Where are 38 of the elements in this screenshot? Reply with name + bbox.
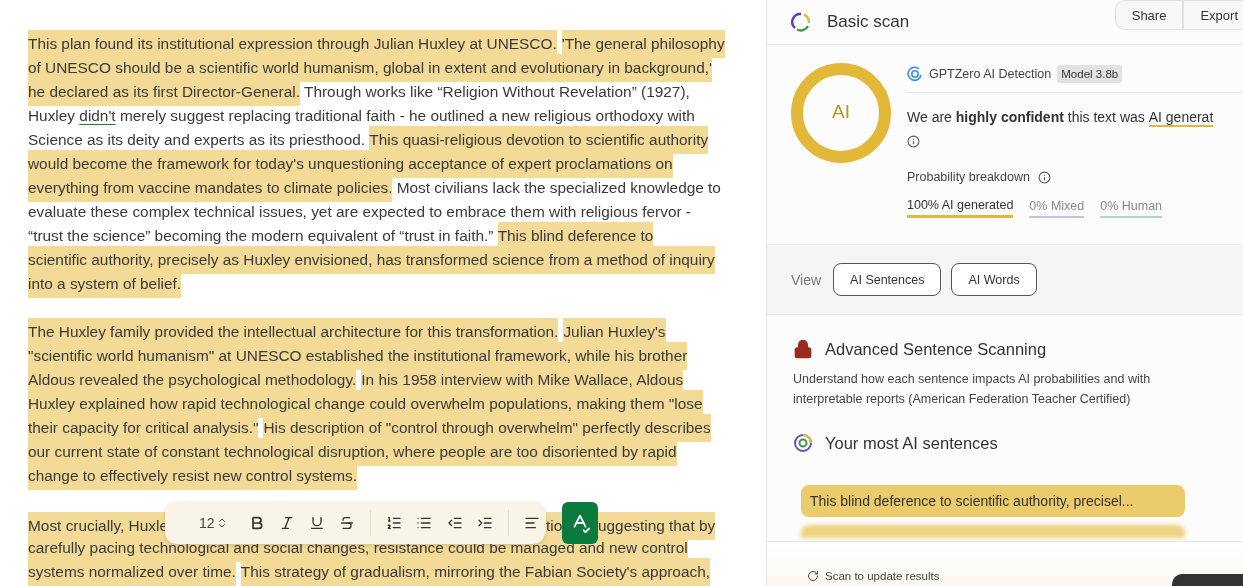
target-icon <box>907 65 923 82</box>
align-left-icon <box>523 515 540 531</box>
breakdown-tab[interactable]: 0% Mixed <box>1029 198 1085 218</box>
bullet-list-icon <box>416 515 433 531</box>
lock-icon <box>793 339 813 359</box>
export-button[interactable]: Export <box>1183 0 1243 30</box>
breakdown-label: Probability breakdown <box>907 170 1030 184</box>
info-icon <box>1038 170 1051 184</box>
indent-icon <box>476 515 493 531</box>
section-title: Advanced Sentence Scanning <box>825 339 1047 359</box>
model-badge: Model 3.8b <box>1057 64 1123 83</box>
breakdown-tab[interactable]: 0% Human <box>1100 198 1163 218</box>
font-size-stepper[interactable]: 12 <box>195 515 232 531</box>
spellcheck-button[interactable] <box>562 502 598 544</box>
status-text: Scan to update results <box>825 569 940 583</box>
sentences-button[interactable]: AI Sentences <box>833 263 942 296</box>
share-button[interactable]: Share <box>1114 0 1184 30</box>
target-icon <box>793 433 813 453</box>
panel-title: Basic scan <box>827 12 911 32</box>
paragraph: This plan found its institutional expression through Julian Huxley at UNESCO. 'The general philosophy of UNESCO should be a scientific world humanism, global in extent and evolutionary in background,' he declared as its first Director-General. Through works like “Religion Without Revelation” (1927), Huxley didn't merely suggest replacing traditional faith - he outlined a new religious orthodoxy with Science as its deity and experts as its priesthood. This quasi-religious devotion to scientific authority would become the framework for today's unquestioning acceptance of expert proclamations on everything from vaccine mandates to climate policies. Most civilians lack the specialized knowledge to evaluate these complex technical issues, yet are expected to embrace them with religious fervor - “trust the science” becoming the modern equivalent of “trust in faith.” This blind deference to scientific authority, precisely as Huxley envisioned, has transformed science from a method of inquiry into a system of belief. <box>28 32 766 296</box>
numbered-list-icon <box>386 515 403 531</box>
refresh-icon <box>807 570 819 582</box>
underline-icon <box>309 515 325 531</box>
detector-name: GPTZero AI Detection <box>929 66 1052 81</box>
info-icon <box>907 135 920 148</box>
verdict-text: We are highly confident this text was <box>907 109 1146 127</box>
view-label: View <box>791 271 822 288</box>
words-button[interactable]: AI Words <box>951 263 1037 296</box>
breakdown-tab[interactable]: 100% AI generated <box>907 198 1014 218</box>
strikethrough-icon <box>339 515 356 531</box>
paragraph: The Huxley family provided the intellectual architecture for this transformation. Julian Huxley's "scientific world humanism" at UNESCO established the institutional framework, while his brother Aldous revealed the psychological methodology. In his 1958 interview with Mike Wallace, Aldous Huxley explained how rapid technological change could overwhelm populations, making them "lose their capacity for critical analysis." His description of "control through overwhelm" perfectly describes our current state of constant technological disruption, where people are too disoriented by rapid change to effectively resist new control systems. <box>28 320 766 488</box>
sentence-card[interactable]: This blind deference to scientific authority, precisel... <box>801 485 1185 517</box>
outdent-icon <box>446 515 463 531</box>
section-title: Your most AI sentences <box>825 433 998 453</box>
logo-icon <box>791 12 811 32</box>
verdict-label: AI generat <box>1148 109 1214 127</box>
score-label: AI <box>831 101 851 123</box>
section-description: Understand how each sentence impacts AI probabilities and with interpretable reports (American Federation Teacher Certified) <box>793 371 1152 408</box>
